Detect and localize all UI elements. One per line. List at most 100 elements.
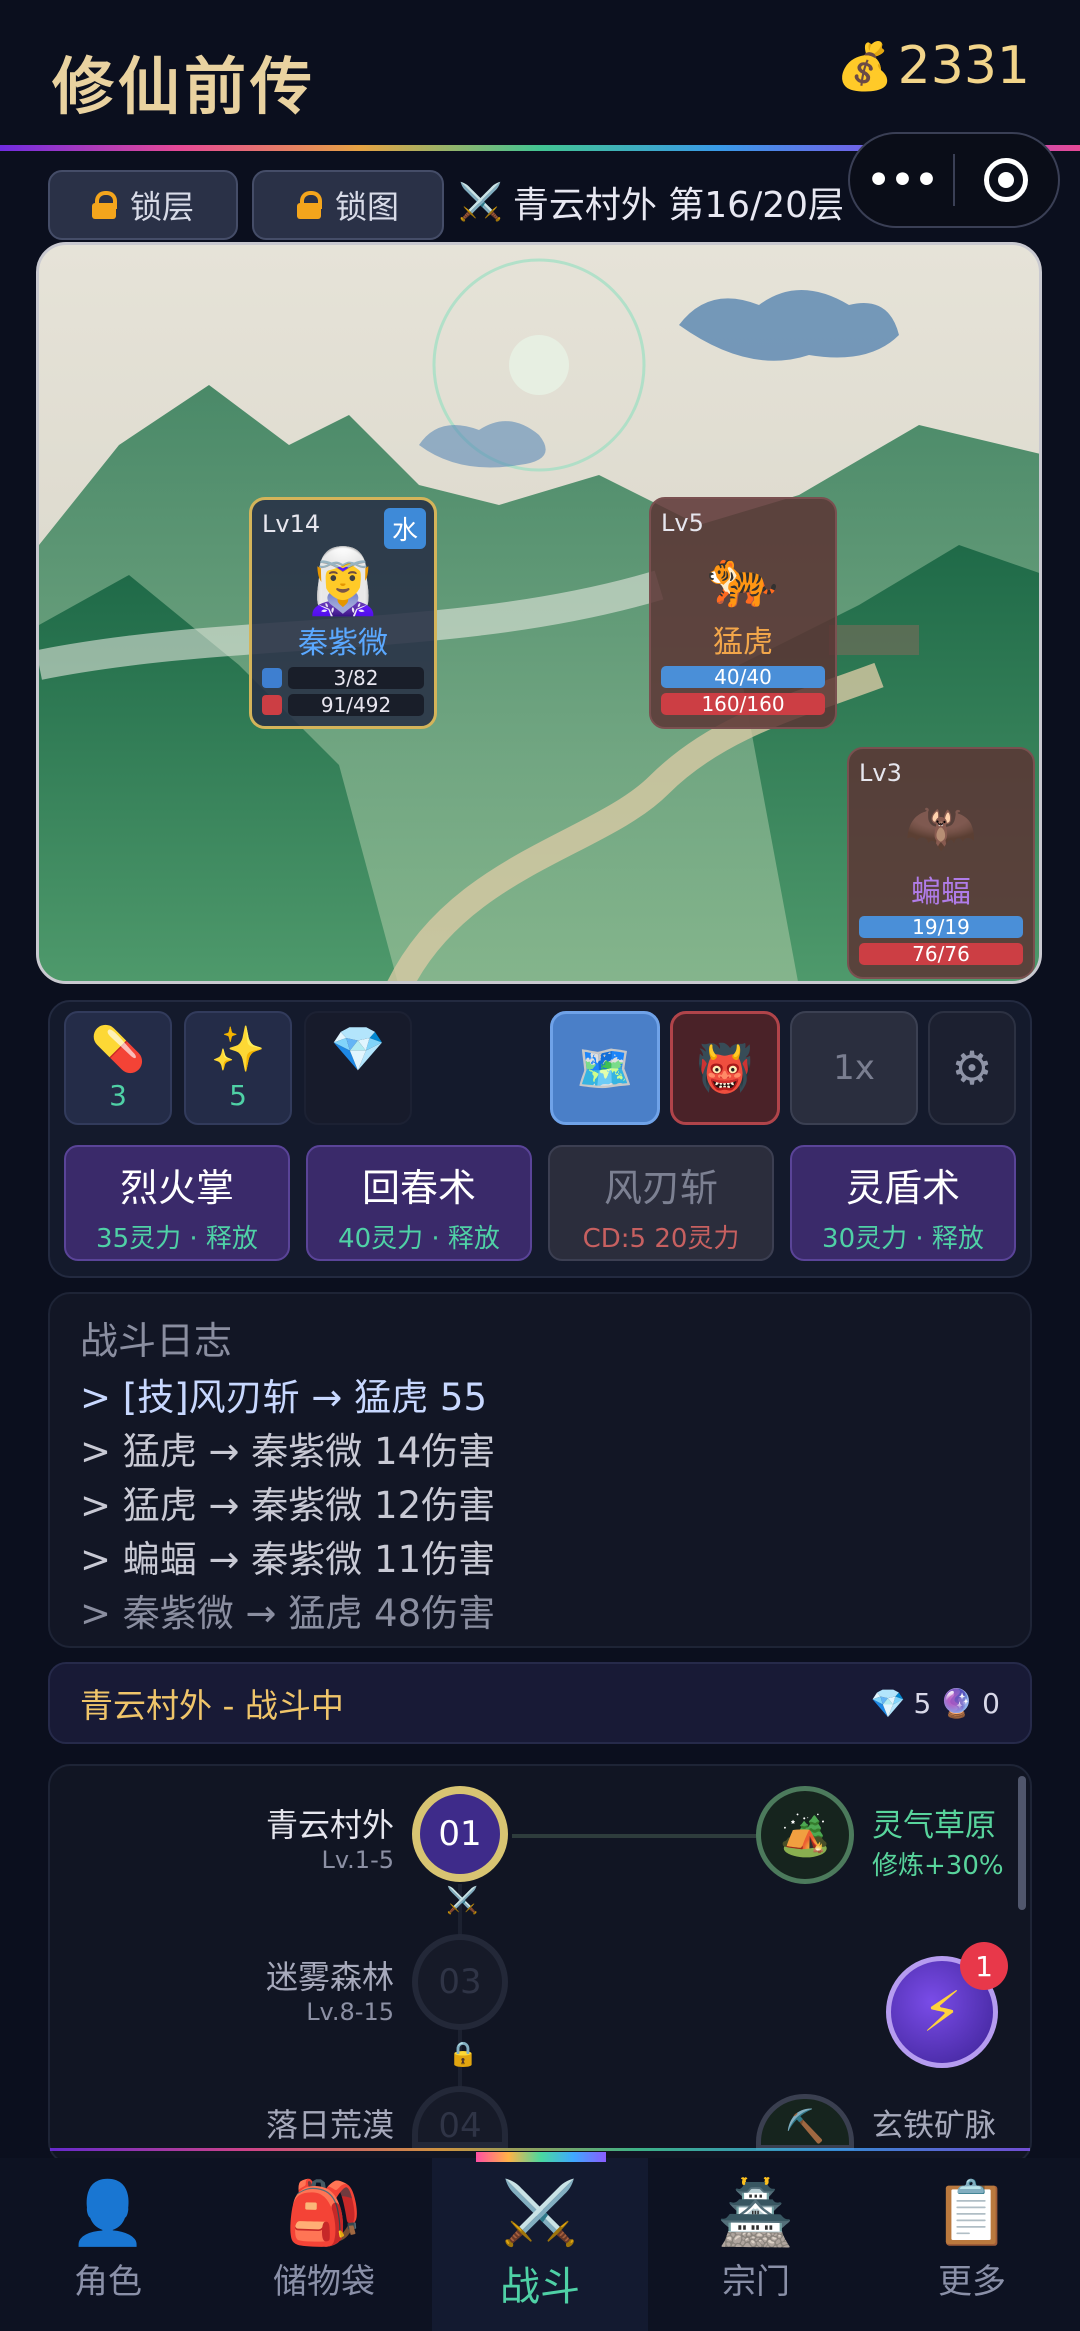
gem-icon: 💎 (330, 1024, 386, 1075)
skill-spring-heal[interactable]: 回春术 40灵力 · 释放 (306, 1145, 532, 1261)
speed-button[interactable]: 1x (790, 1011, 918, 1125)
map-button[interactable]: 🗺️ (550, 1011, 660, 1125)
area-label-3: 落日荒漠 (190, 2100, 394, 2144)
resource-counts: 💎 5 🔮 0 (871, 1687, 1000, 1720)
hero-name: 秦紫微 (298, 626, 388, 661)
nav-divider (50, 2148, 1030, 2151)
element-badge: 水 (383, 508, 426, 549)
status-location: 青云村外 - 战斗中 (80, 1686, 344, 1725)
item-slot-gem[interactable]: 💎 (304, 1011, 412, 1125)
area-label-2: 迷雾森林 Lv.8-15 (190, 1952, 394, 2026)
lock-icon: 🔒 (448, 2040, 478, 2068)
money-bag-icon: 💰 (836, 38, 894, 93)
temple-icon: 🏯 (717, 2176, 795, 2249)
nav-more[interactable]: 📋 更多 (864, 2158, 1080, 2331)
lightning-icon: ⚡ (922, 1979, 962, 2045)
lock-map-button[interactable]: 锁图 (252, 170, 444, 240)
camp-icon: 🏕️ (780, 1812, 830, 1859)
pill-icon: 💊 (90, 1024, 146, 1075)
swords-icon: ⚔️ (501, 2176, 579, 2249)
area-name: 迷雾森林 (265, 1958, 394, 1996)
settings-button[interactable]: ⚙ (928, 1011, 1016, 1125)
orb-count: 0 (982, 1686, 1000, 1720)
skill-name: 灵盾术 (845, 1166, 960, 1210)
enemy-hp-bar: 160/160 (661, 693, 825, 715)
nav-label: 宗门 (722, 2262, 790, 2302)
hp-icon (262, 695, 282, 715)
log-line: > 猛虎 → 秦紫微 14伤害 (80, 1430, 496, 1473)
coin-amount: 2331 (897, 36, 1030, 96)
side-name: 玄铁矿脉 (872, 2108, 996, 2144)
nav-bag[interactable]: 🎒 储物袋 (216, 2158, 432, 2331)
backpack-icon: 🎒 (285, 2176, 363, 2249)
side-name: 灵气草原 (872, 1808, 996, 1844)
map-icon: 🗺️ (576, 1040, 634, 1095)
nav-label: 战斗 (500, 2264, 580, 2310)
nav-character[interactable]: 👤 角色 (0, 2158, 216, 2331)
area-node-2[interactable]: 03 (412, 1934, 508, 2030)
enemy-card-bat[interactable]: Lv3 🦇 蝙蝠 19/19 76/76 (847, 747, 1035, 979)
item-slot-sparkle[interactable]: ✨ 5 (184, 1011, 292, 1125)
skill-cost: 35灵力 · 释放 (96, 1224, 258, 1254)
side-label-2: 玄铁矿脉 (872, 2100, 996, 2144)
side-label-1: 灵气草原 修炼+30% (872, 1800, 1004, 1882)
area-name: 青云村外 (265, 1806, 394, 1844)
person-icon: 👤 (69, 2176, 147, 2249)
demon-button[interactable]: 👹 (670, 1011, 780, 1125)
map-scrollbar[interactable] (1018, 1776, 1026, 1910)
lock-floor-button[interactable]: 锁层 (48, 170, 238, 240)
map-link (512, 1834, 768, 1838)
log-line: > 猛虎 → 秦紫微 12伤害 (80, 1484, 496, 1527)
gem-count: 5 (913, 1686, 932, 1720)
skill-cost: 40灵力 · 释放 (338, 1224, 500, 1254)
crossed-swords-icon: ⚔️ (446, 1886, 479, 1916)
log-line: > [技]风刃斩 → 猛虎 55 (80, 1376, 487, 1419)
close-button[interactable] (955, 158, 1058, 202)
log-line: > 蝙蝠 → 秦紫微 11伤害 (80, 1538, 496, 1581)
side-node-1[interactable]: 🏕️ (756, 1786, 854, 1884)
skill-name: 风刃斩 (603, 1166, 718, 1210)
lock-map-label: 锁图 (334, 188, 399, 226)
item-slot-pill[interactable]: 💊 3 (64, 1011, 172, 1125)
hero-portrait-icon: 🧝‍♀️ (303, 545, 383, 619)
area-name: 落日荒漠 (265, 2106, 394, 2144)
enemy-level: Lv5 (661, 509, 704, 537)
bat-icon: 🦇 (904, 793, 978, 861)
nav-label: 更多 (938, 2262, 1006, 2302)
coin-display: 💰 2331 (836, 36, 1030, 96)
lock-floor-label: 锁层 (129, 188, 194, 226)
more-button[interactable]: ••• (850, 155, 953, 206)
skill-wind-blade[interactable]: 风刃斩 CD:5 20灵力 (548, 1145, 774, 1261)
nav-label: 储物袋 (273, 2262, 375, 2302)
skill-name: 烈火掌 (119, 1166, 234, 1210)
skill-cooldown: CD:5 20灵力 (582, 1224, 740, 1254)
skill-name: 回春术 (361, 1166, 476, 1210)
hero-hp: 91/492 (288, 694, 424, 716)
notification-badge: 1 (960, 1942, 1008, 1990)
battle-scene: Lv14 水 🧝‍♀️ 秦紫微 3/82 91/492 Lv5 🐅 猛虎 40/… (36, 242, 1042, 984)
area-node-1[interactable]: 01 (412, 1786, 508, 1882)
battle-log: 战斗日志 > [技]风刃斩 → 猛虎 55 > 猛虎 → 秦紫微 14伤害 > … (48, 1292, 1032, 1648)
stage-info: ⚔️ 青云村外 第16/20层 (458, 176, 844, 228)
skill-fire-palm[interactable]: 烈火掌 35灵力 · 释放 (64, 1145, 290, 1261)
skill-cost: 30灵力 · 释放 (822, 1224, 984, 1254)
skill-spirit-shield[interactable]: 灵盾术 30灵力 · 释放 (790, 1145, 1016, 1261)
pickaxe-icon: ⛏️ (785, 2107, 825, 2145)
sparkle-icon: ✨ (210, 1024, 266, 1075)
demon-icon: 👹 (696, 1040, 754, 1095)
nav-battle[interactable]: ⚔️ 战斗 (432, 2158, 648, 2331)
hero-card[interactable]: Lv14 水 🧝‍♀️ 秦紫微 3/82 91/492 (249, 497, 437, 729)
mp-icon (262, 668, 282, 688)
lock-icon (91, 191, 117, 219)
nav-active-indicator (476, 2152, 606, 2162)
stage-label: 青云村外 第16/20层 (512, 185, 845, 226)
bottom-nav: 👤 角色 🎒 储物袋 ⚔️ 战斗 🏯 宗门 📋 更多 (0, 2158, 1080, 2331)
enemy-level: Lv3 (859, 759, 902, 787)
hero-mp: 3/82 (288, 667, 424, 689)
orb-icon: 🔮 (939, 1686, 975, 1720)
crossed-swords-icon: ⚔️ (458, 182, 503, 223)
enemy-card-tiger[interactable]: Lv5 🐅 猛虎 40/40 160/160 (649, 497, 837, 729)
nav-sect[interactable]: 🏯 宗门 (648, 2158, 864, 2331)
enemy-name: 蝙蝠 (911, 875, 971, 910)
area-level: Lv.8-15 (306, 1998, 394, 2026)
